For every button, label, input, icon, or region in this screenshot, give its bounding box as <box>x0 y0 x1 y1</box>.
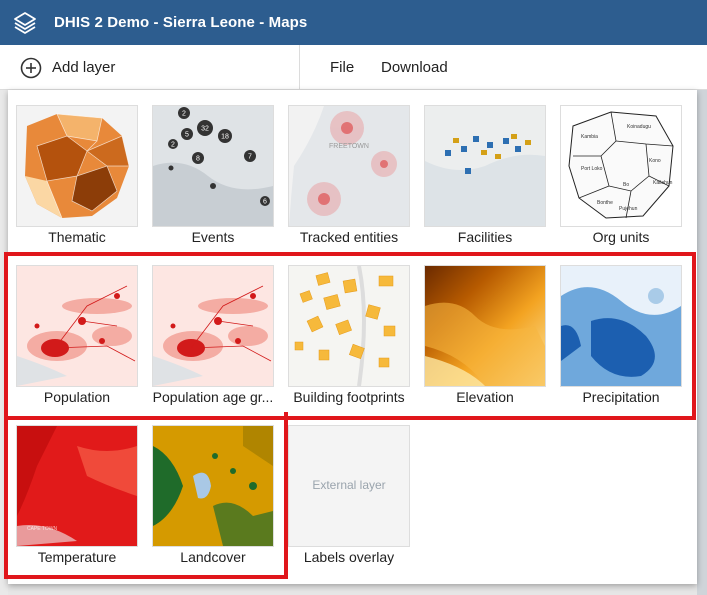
org-units-thumbnail: Koinadugu Kambia Port Loko Kono Kailahun… <box>560 105 682 227</box>
map-city-label: CAPE TOWN <box>27 526 57 532</box>
layer-card-landcover[interactable]: Landcover <box>152 425 274 575</box>
district-label: Kambia <box>581 134 598 140</box>
layer-card-org-units[interactable]: Koinadugu Kambia Port Loko Kono Kailahun… <box>560 105 682 255</box>
event-count: 6 <box>263 199 267 206</box>
event-count: 32 <box>201 126 209 133</box>
map-background <box>697 90 707 595</box>
population-thumbnail <box>16 265 138 387</box>
building-footprints-thumbnail <box>288 265 410 387</box>
layer-card-elevation[interactable]: Elevation <box>424 265 546 415</box>
district-label: Koinadugu <box>627 124 651 130</box>
layer-label: Facilities <box>457 229 513 245</box>
add-layer-label: Add layer <box>52 59 116 76</box>
events-thumbnail: 2 32 5 18 2 8 7 6 <box>152 105 274 227</box>
district-label: Bo <box>623 182 629 188</box>
sidebar-edge <box>0 90 8 595</box>
layer-card-thematic[interactable]: Thematic <box>16 105 138 255</box>
district-label: Kono <box>649 158 661 164</box>
event-count: 2 <box>171 142 175 149</box>
layer-card-building-footprints[interactable]: Building footprints <box>288 265 410 415</box>
layer-card-precipitation[interactable]: Precipitation <box>560 265 682 415</box>
district-label: Pujehun <box>619 206 638 212</box>
layer-label: Population age gr... <box>152 389 274 405</box>
tracked-entities-thumbnail: FREETOWN <box>288 105 410 227</box>
layer-card-events[interactable]: 2 32 5 18 2 8 7 6 Events <box>152 105 274 255</box>
layer-label: Tracked entities <box>299 229 399 245</box>
map-city-label: FREETOWN <box>329 143 369 150</box>
labels-overlay-thumbnail: External layer <box>288 425 410 547</box>
layer-label: Labels overlay <box>303 549 395 565</box>
thematic-thumbnail <box>16 105 138 227</box>
event-count: 8 <box>196 156 200 163</box>
dhis2-logo-icon[interactable] <box>12 10 38 36</box>
layer-card-facilities[interactable]: Facilities <box>424 105 546 255</box>
elevation-thumbnail <box>424 265 546 387</box>
event-count: 7 <box>248 154 252 161</box>
add-layer-button[interactable]: Add layer <box>0 45 300 90</box>
event-count: 2 <box>182 111 186 118</box>
layer-label: Population <box>43 389 111 405</box>
district-label: Kailahun <box>653 180 673 186</box>
layer-label: Building footprints <box>293 389 405 405</box>
app-title: DHIS 2 Demo - Sierra Leone - Maps <box>54 14 308 31</box>
layer-label: Events <box>191 229 235 245</box>
precipitation-thumbnail <box>560 265 682 387</box>
add-circle-icon <box>20 57 42 78</box>
layer-label: Thematic <box>48 229 106 245</box>
layer-card-population[interactable]: Population <box>16 265 138 415</box>
facilities-thumbnail <box>424 105 546 227</box>
district-label: Bonthe <box>597 200 613 206</box>
layer-label: Landcover <box>180 549 246 565</box>
landcover-thumbnail <box>152 425 274 547</box>
temperature-thumbnail: CAPE TOWN <box>16 425 138 547</box>
external-layer-placeholder: External layer <box>312 478 386 492</box>
layer-label: Temperature <box>37 549 117 565</box>
population-age-groups-thumbnail <box>152 265 274 387</box>
layer-label: Elevation <box>456 389 514 405</box>
toolbar: Add layer File Download <box>0 45 707 90</box>
file-menu[interactable]: File <box>330 45 354 90</box>
layer-card-labels-overlay[interactable]: External layer Labels overlay <box>288 425 410 575</box>
event-count: 18 <box>221 134 229 141</box>
layer-card-temperature[interactable]: CAPE TOWN Temperature <box>16 425 138 575</box>
district-label: Port Loko <box>581 166 603 172</box>
layer-label: Org units <box>592 229 650 245</box>
layer-label: Precipitation <box>582 389 660 405</box>
layer-card-tracked-entities[interactable]: FREETOWN Tracked entities <box>288 105 410 255</box>
app-header: DHIS 2 Demo - Sierra Leone - Maps <box>0 0 707 45</box>
download-menu[interactable]: Download <box>381 45 448 90</box>
layer-card-population-age-groups[interactable]: Population age gr... <box>152 265 274 415</box>
add-layer-panel: Thematic 2 32 5 18 2 8 7 6 Events FREETO… <box>8 90 697 584</box>
event-count: 5 <box>185 132 189 139</box>
